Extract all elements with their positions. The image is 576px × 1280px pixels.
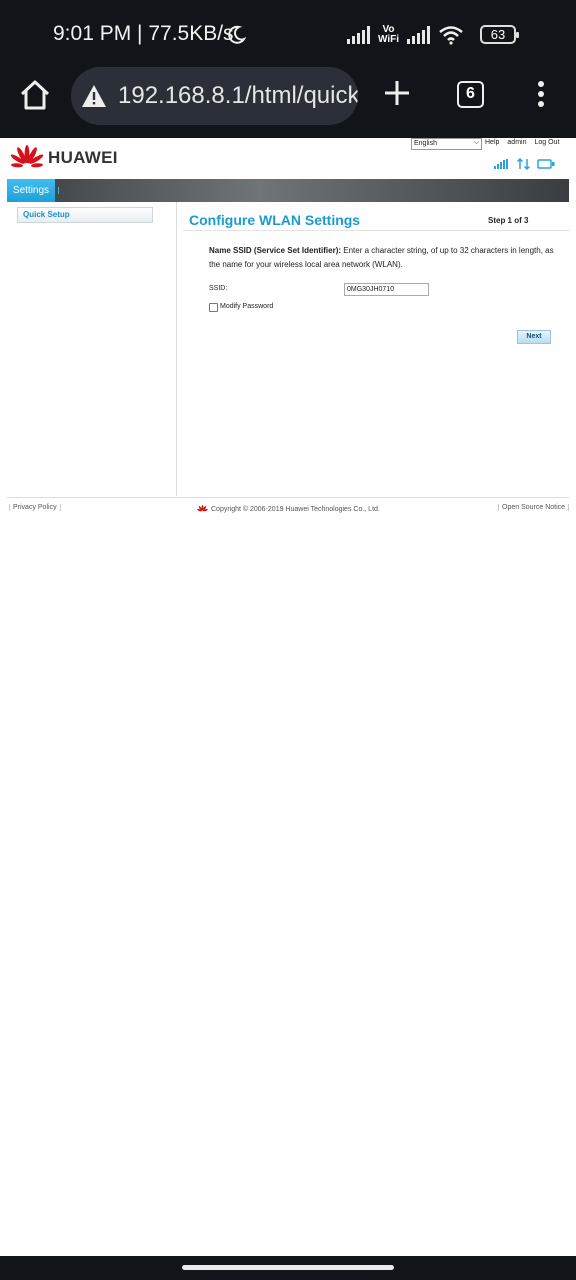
status-time: 9:01 PM | 77.5KB/s	[53, 22, 234, 45]
vowifi-icon: Vo WiFi	[378, 25, 399, 45]
moon-icon	[228, 25, 246, 44]
brand-name: HUAWEI	[48, 148, 118, 167]
url-text[interactable]: 192.168.8.1/html/quicksetup.html	[118, 82, 358, 110]
wifi-icon	[439, 26, 463, 45]
warning-icon[interactable]	[81, 84, 107, 108]
copyright: Copyright © 2006-2019 Huawei Technologie…	[197, 505, 380, 513]
nav-divider	[58, 187, 59, 194]
step-indicator: Step 1 of 3	[488, 216, 529, 225]
gesture-handle[interactable]	[182, 1265, 394, 1270]
vowifi-bottom-label: WiFi	[377, 34, 399, 45]
open-source-notice-link[interactable]: Open Source Notice	[498, 504, 570, 511]
ssid-description: Name SSID (Service Set Identifier): Ente…	[209, 244, 554, 272]
modify-password-label[interactable]: Modify Password	[220, 303, 273, 310]
system-nav-bar	[0, 1256, 576, 1280]
huawei-flower-icon	[10, 145, 44, 168]
device-connected-icon	[537, 158, 555, 169]
status-bar: 9:01 PM | 77.5KB/s Vo WiFi 63	[0, 0, 576, 62]
logout-link[interactable]: Log Out	[534, 139, 559, 146]
language-select[interactable]: English	[411, 138, 482, 150]
huawei-small-logo-icon	[197, 505, 208, 512]
next-button[interactable]: Next	[517, 330, 551, 344]
ssid-description-label: Name SSID (Service Set Identifier):	[209, 246, 342, 255]
page-title: Configure WLAN Settings	[189, 212, 361, 228]
signal-icon	[407, 26, 430, 44]
battery-icon: 63	[480, 25, 519, 44]
data-transfer-icon	[517, 158, 530, 170]
more-vert-icon[interactable]	[536, 81, 546, 109]
title-divider	[183, 230, 570, 231]
signal-strength-icon	[494, 159, 508, 169]
main-nav: Settings	[7, 179, 569, 202]
router-web-page: HUAWEI English Help admin Log Out Settin…	[0, 138, 576, 1256]
router-status-icons	[494, 158, 555, 170]
home-icon[interactable]	[18, 78, 52, 112]
huawei-logo: HUAWEI	[10, 145, 118, 171]
address-bar[interactable]: 192.168.8.1/html/quicksetup.html	[71, 67, 358, 125]
header-links: Help admin Log Out	[485, 139, 559, 146]
help-link[interactable]: Help	[485, 139, 499, 146]
ssid-input[interactable]	[344, 283, 429, 296]
admin-link[interactable]: admin	[507, 139, 526, 146]
modify-password-checkbox[interactable]	[209, 303, 218, 312]
plus-icon[interactable]	[383, 79, 411, 107]
copyright-text: Copyright © 2006-2019 Huawei Technologie…	[211, 505, 380, 513]
sidebar-item-quick-setup[interactable]: Quick Setup	[17, 207, 153, 223]
tabs-icon[interactable]: 6	[457, 81, 484, 108]
browser-toolbar: 192.168.8.1/html/quicksetup.html 6	[0, 62, 576, 138]
tab-settings[interactable]: Settings	[7, 179, 55, 202]
signal-icon	[346, 26, 370, 44]
footer-divider	[7, 497, 569, 498]
sidebar: Quick Setup	[7, 202, 177, 496]
privacy-policy-link[interactable]: Privacy Policy	[9, 504, 61, 511]
ssid-label: SSID:	[209, 285, 228, 292]
main-content: Configure WLAN Settings Step 1 of 3 Name…	[183, 202, 570, 496]
